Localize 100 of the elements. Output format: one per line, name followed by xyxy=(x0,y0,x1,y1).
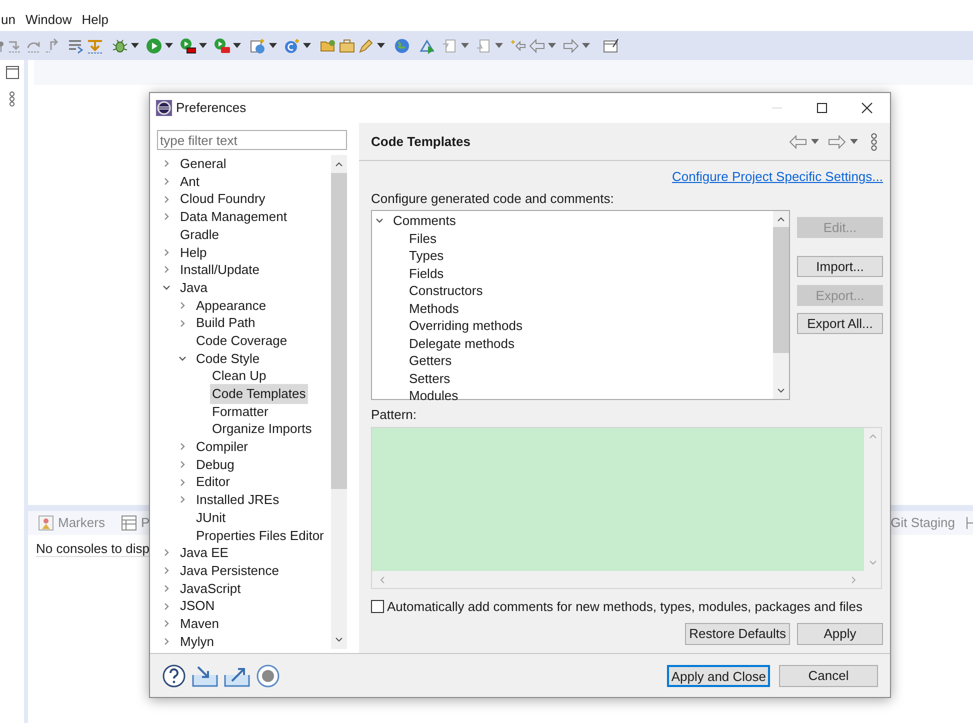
tree-item[interactable]: Comments xyxy=(391,211,458,230)
scroll-left-icon[interactable] xyxy=(378,574,386,584)
menu-item[interactable]: Help xyxy=(82,10,108,29)
tree-item[interactable]: Mylyn xyxy=(178,632,216,649)
tree-item[interactable]: Java xyxy=(178,278,210,298)
maximize-icon[interactable] xyxy=(816,102,828,114)
perspective-icon[interactable] xyxy=(603,38,619,54)
chevron-icon[interactable] xyxy=(162,177,171,186)
tree-item[interactable]: Methods xyxy=(407,298,461,318)
chevron-icon[interactable] xyxy=(162,283,171,292)
page-button[interactable]: Restore Defaults xyxy=(685,622,790,644)
chevron-icon[interactable] xyxy=(162,265,171,274)
tree-item[interactable]: Code Coverage xyxy=(194,330,290,350)
tree-item[interactable]: JavaScript xyxy=(178,578,243,598)
run-tool-icon[interactable] xyxy=(214,38,230,54)
tree-item[interactable]: Overriding methods xyxy=(407,316,524,336)
tree-item[interactable]: Gradle xyxy=(178,224,222,244)
caret-icon[interactable] xyxy=(548,43,556,48)
chevron-icon[interactable] xyxy=(162,619,171,628)
record-icon[interactable] xyxy=(256,664,280,688)
open-folder-icon[interactable] xyxy=(320,38,336,54)
template-button[interactable]: Import... xyxy=(797,256,883,277)
scroll-up-icon[interactable] xyxy=(868,432,878,440)
chevron-icon[interactable] xyxy=(162,602,171,611)
new-class-icon[interactable] xyxy=(284,38,300,54)
dialog-button[interactable]: Cancel xyxy=(779,664,878,686)
checkbox[interactable] xyxy=(371,600,384,614)
tree-item[interactable]: Clean Up xyxy=(210,366,268,386)
chevron-icon[interactable] xyxy=(178,495,187,504)
last-edit-icon[interactable] xyxy=(510,38,526,54)
chevron-icon[interactable] xyxy=(178,460,187,470)
caret-icon[interactable] xyxy=(165,43,173,48)
tree-item[interactable]: Help xyxy=(178,242,209,262)
tree-item[interactable]: Cloud Foundry xyxy=(178,189,268,209)
chevron-icon[interactable] xyxy=(162,548,171,558)
chevron-icon[interactable] xyxy=(162,159,171,168)
chevron-icon[interactable] xyxy=(375,216,384,226)
scroll-down-icon[interactable] xyxy=(868,559,878,567)
chevron-icon[interactable] xyxy=(162,248,171,257)
tree-item[interactable]: Data Management xyxy=(178,207,289,227)
tree-item[interactable]: Editor xyxy=(194,472,232,492)
tree-item[interactable]: Delegate methods xyxy=(407,334,517,353)
caret-icon[interactable] xyxy=(495,43,503,48)
scrollbar[interactable] xyxy=(773,211,789,399)
globe-icon[interactable] xyxy=(394,38,410,54)
briefcase-icon[interactable] xyxy=(339,38,355,54)
chevron-icon[interactable] xyxy=(178,300,187,310)
caret-icon[interactable] xyxy=(233,43,241,48)
tree-item[interactable]: Code Templates xyxy=(210,384,308,404)
tree-item[interactable]: Code Style xyxy=(194,348,262,368)
caret-icon[interactable] xyxy=(199,43,207,48)
tree-item[interactable]: Java EE xyxy=(178,543,230,563)
chevron-icon[interactable] xyxy=(178,442,187,452)
more-icon[interactable] xyxy=(9,91,15,107)
tree-item[interactable]: Organize Imports xyxy=(210,419,314,439)
tree-item[interactable]: Files xyxy=(407,228,438,248)
more-icon[interactable] xyxy=(870,132,878,150)
page-button[interactable]: Apply xyxy=(797,622,883,644)
import-icon[interactable] xyxy=(192,664,218,686)
tree-item[interactable]: Getters xyxy=(407,351,454,370)
view-icon[interactable] xyxy=(6,66,18,79)
tree-item[interactable]: Ant xyxy=(178,172,202,192)
run-server-icon[interactable] xyxy=(180,38,196,54)
tree-item[interactable]: Setters xyxy=(407,368,452,388)
caret-icon[interactable] xyxy=(850,139,858,144)
dialog-button[interactable]: Apply and Close xyxy=(667,664,770,686)
caret-icon[interactable] xyxy=(131,43,139,48)
drop-frame-icon[interactable] xyxy=(87,38,103,54)
chevron-icon[interactable] xyxy=(162,584,171,593)
tree-item[interactable]: Java Persistence xyxy=(178,560,281,580)
menu-item[interactable]: un xyxy=(1,10,16,29)
bug-icon[interactable] xyxy=(112,38,128,54)
tree-item[interactable]: Compiler xyxy=(194,437,250,457)
scroll-right-icon[interactable] xyxy=(850,574,858,584)
tree-item[interactable]: Maven xyxy=(178,614,222,634)
caret-icon[interactable] xyxy=(377,43,385,48)
new-project-icon[interactable] xyxy=(250,38,266,54)
tree-item[interactable]: Build Path xyxy=(194,313,258,333)
tree-item[interactable]: Installed JREs xyxy=(194,490,282,510)
forward-arrow-icon[interactable] xyxy=(563,38,579,54)
tree-item[interactable]: JUnit xyxy=(194,508,228,528)
tree-item[interactable]: General xyxy=(178,155,228,174)
caret-icon[interactable] xyxy=(461,43,469,48)
chevron-icon[interactable] xyxy=(162,212,171,222)
tree-item[interactable]: Formatter xyxy=(210,402,270,422)
caret-icon[interactable] xyxy=(303,43,311,48)
chevron-icon[interactable] xyxy=(162,194,171,204)
tree-item[interactable]: Types xyxy=(407,246,446,266)
back-arrow-icon[interactable] xyxy=(529,38,545,54)
list-icon[interactable] xyxy=(68,38,84,54)
caret-icon[interactable] xyxy=(582,43,590,48)
menu-item[interactable]: Window xyxy=(25,10,72,29)
tree-item[interactable]: Modules xyxy=(407,386,460,406)
tree-item[interactable]: Appearance xyxy=(194,296,268,316)
tree-item[interactable]: Fields xyxy=(407,264,446,283)
tree-item[interactable]: Properties Files Editor xyxy=(194,526,326,546)
caret-icon[interactable] xyxy=(811,139,819,144)
chevron-icon[interactable] xyxy=(178,478,187,487)
filter-field[interactable]: type filter text xyxy=(157,130,347,150)
chevron-icon[interactable] xyxy=(162,636,171,646)
